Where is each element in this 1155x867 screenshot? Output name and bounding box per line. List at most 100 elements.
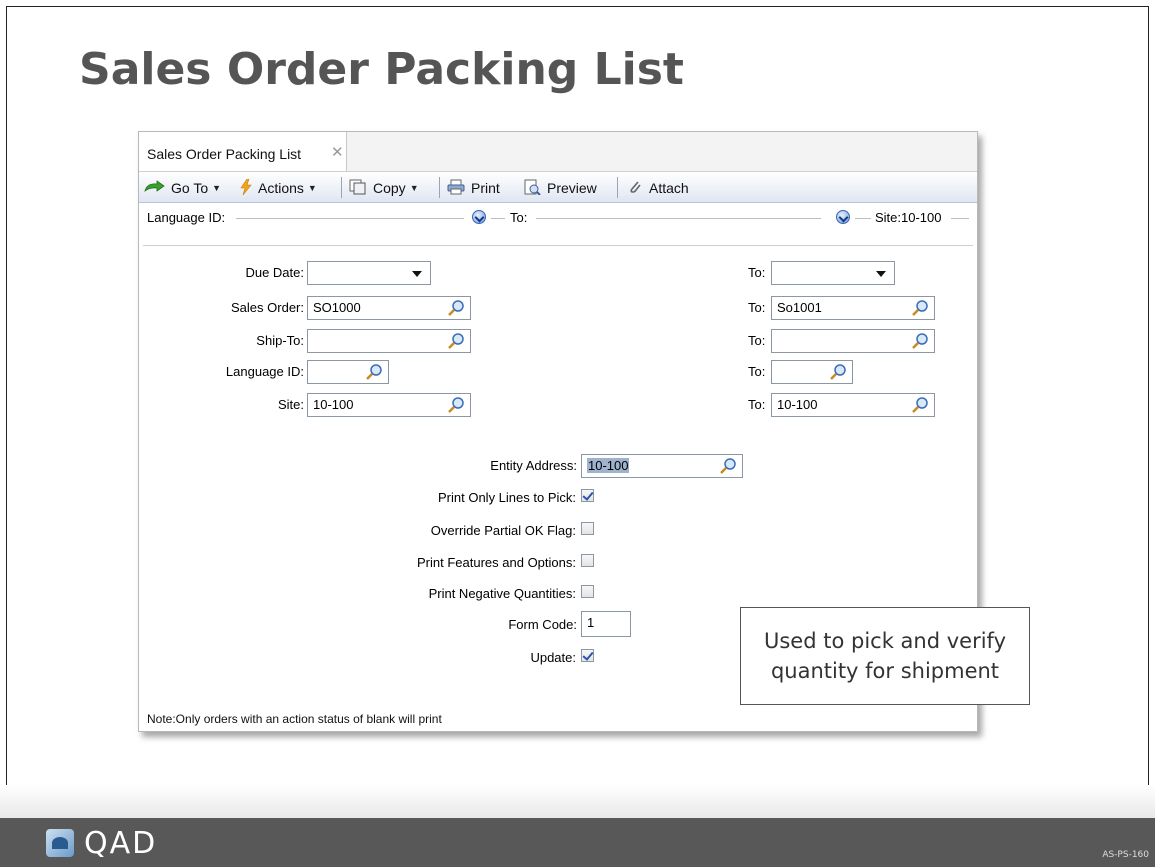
print-negative-checkbox[interactable] <box>581 585 594 598</box>
toolbar-separator <box>439 177 440 198</box>
toolbar: Go To ▼ Actions ▼ Copy ▼ Print Preview A… <box>139 172 977 203</box>
override-partial-label: Override Partial OK Flag: <box>430 523 576 538</box>
print-only-lines-label: Print Only Lines to Pick: <box>438 490 576 505</box>
sales-order-label: Sales Order: <box>231 300 304 315</box>
section-divider <box>143 245 973 246</box>
qad-logo: QAD <box>46 825 158 861</box>
ship-to-to-field[interactable] <box>771 329 935 353</box>
due-date-label: Due Date: <box>245 265 304 280</box>
form-code-value: 1 <box>587 615 595 630</box>
language-id-field[interactable] <box>307 360 389 384</box>
note-text: Note:Only orders with an action status o… <box>147 712 442 726</box>
goto-button[interactable]: Go To ▼ <box>143 179 221 197</box>
chevron-down-icon[interactable] <box>876 271 886 277</box>
language-id-to-field[interactable] <box>771 360 853 384</box>
site-value: 10-100 <box>313 397 354 412</box>
copy-icon <box>349 179 367 198</box>
copy-button[interactable]: Copy ▼ <box>349 179 419 197</box>
footer-fade <box>0 785 1155 818</box>
callout-line-2: quantity for shipment <box>770 659 1000 683</box>
ship-to-label: Ship-To: <box>256 333 304 348</box>
print-only-lines-checkbox[interactable] <box>581 489 594 502</box>
ship-to-to-label: To: <box>748 333 766 348</box>
search-icon[interactable] <box>911 299 929 317</box>
preview-button[interactable]: Preview <box>523 179 597 197</box>
slide-code: AS-PS-160 <box>1102 850 1149 860</box>
print-label: Print <box>471 180 500 196</box>
sales-order-to-value: So1001 <box>777 300 822 315</box>
attach-button[interactable]: Attach <box>627 179 689 197</box>
chevron-down-icon: ▼ <box>307 183 317 193</box>
sales-order-to-label: To: <box>748 300 766 315</box>
sales-order-to-field[interactable]: So1001 <box>771 296 935 320</box>
divider <box>491 218 505 219</box>
entity-address-value: 10-100 <box>587 458 630 473</box>
divider <box>536 218 821 219</box>
expand-to-icon[interactable] <box>836 210 850 224</box>
tab-strip: Sales Order Packing List ✕ <box>139 132 977 172</box>
slide-title: Sales Order Packing List <box>79 44 684 95</box>
footer-bar <box>0 818 1155 867</box>
entity-address-field[interactable]: 10-100 <box>581 454 743 478</box>
site-label: Site: <box>277 397 304 412</box>
print-negative-label: Print Negative Quantities: <box>428 586 576 601</box>
attach-label: Attach <box>649 180 689 196</box>
search-icon[interactable] <box>719 457 737 475</box>
preview-label: Preview <box>547 180 597 196</box>
due-date-to-field[interactable] <box>771 261 895 285</box>
printer-icon <box>447 179 465 198</box>
callout-box: Used to pick and verify quantity for shi… <box>740 607 1030 705</box>
copy-label: Copy <box>373 180 406 196</box>
tab-sales-order-packing-list[interactable]: Sales Order Packing List ✕ <box>139 132 347 171</box>
update-checkbox[interactable] <box>581 649 594 662</box>
filter-site-label: Site:10-100 <box>875 210 942 225</box>
chevron-down-icon: ▼ <box>409 183 419 193</box>
toolbar-separator <box>341 177 342 198</box>
filter-language-label: Language ID: <box>147 210 226 225</box>
print-features-checkbox[interactable] <box>581 554 594 567</box>
override-partial-checkbox[interactable] <box>581 522 594 535</box>
lightning-icon <box>240 178 252 198</box>
form-code-label: Form Code: <box>508 617 577 632</box>
divider <box>951 218 969 219</box>
entity-address-label: Entity Address: <box>490 458 577 473</box>
toolbar-separator <box>617 177 618 198</box>
qad-logo-icon <box>46 829 74 857</box>
filter-to-label: To: <box>510 210 528 225</box>
print-button[interactable]: Print <box>447 179 500 197</box>
actions-button[interactable]: Actions ▼ <box>240 178 317 198</box>
sales-order-value: SO1000 <box>313 300 361 315</box>
search-icon[interactable] <box>447 332 465 350</box>
divider <box>236 218 464 219</box>
expand-language-icon[interactable] <box>472 210 486 224</box>
form-code-field[interactable]: 1 <box>581 611 631 637</box>
language-id-label: Language ID: <box>225 364 304 379</box>
print-features-label: Print Features and Options: <box>417 555 576 570</box>
goto-arrow-icon <box>143 179 165 197</box>
qad-logo-text: QAD <box>84 825 158 861</box>
search-icon[interactable] <box>447 299 465 317</box>
search-icon[interactable] <box>911 332 929 350</box>
chevron-down-icon[interactable] <box>412 271 422 277</box>
search-icon[interactable] <box>365 363 383 381</box>
tab-label: Sales Order Packing List <box>147 146 302 162</box>
site-field[interactable]: 10-100 <box>307 393 471 417</box>
preview-icon <box>523 179 541 198</box>
search-icon[interactable] <box>447 396 465 414</box>
close-icon[interactable]: ✕ <box>331 143 344 161</box>
goto-label: Go To <box>171 180 209 196</box>
chevron-down-icon: ▼ <box>212 183 222 193</box>
paperclip-icon <box>627 179 643 198</box>
actions-label: Actions <box>258 180 304 196</box>
site-to-label: To: <box>748 397 766 412</box>
ship-to-field[interactable] <box>307 329 471 353</box>
search-icon[interactable] <box>829 363 847 381</box>
site-to-field[interactable]: 10-100 <box>771 393 935 417</box>
site-to-value: 10-100 <box>777 397 818 412</box>
due-date-field[interactable] <box>307 261 431 285</box>
sales-order-field[interactable]: SO1000 <box>307 296 471 320</box>
callout-line-1: Used to pick and verify <box>764 629 1006 653</box>
search-icon[interactable] <box>911 396 929 414</box>
language-id-to-label: To: <box>748 364 766 379</box>
due-date-to-label: To: <box>748 265 766 280</box>
